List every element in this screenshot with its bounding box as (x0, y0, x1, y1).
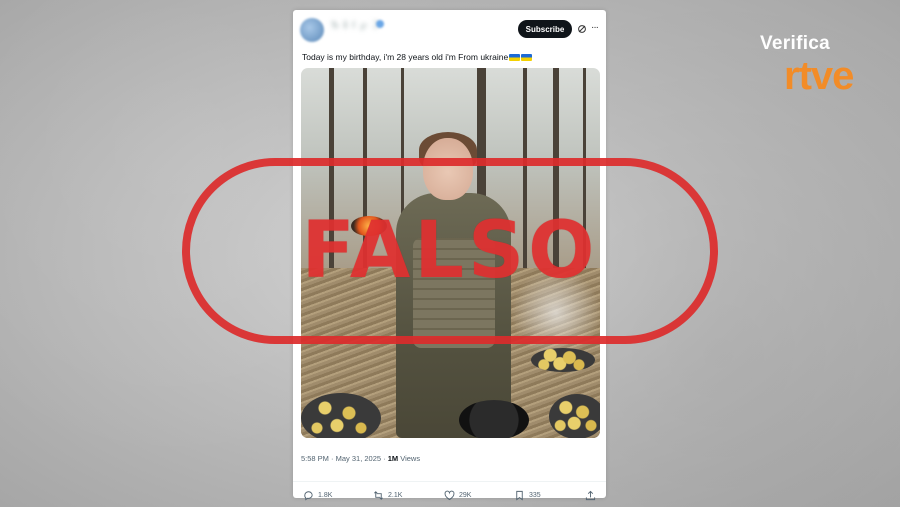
ukraine-flag-icon (521, 54, 533, 61)
like-button[interactable]: 29K (444, 490, 471, 501)
bookmark-count: 335 (529, 492, 541, 499)
bookmark-icon (516, 490, 523, 501)
author-name[interactable]: Ѣ ℹ ℓ ℘ ℑ (331, 20, 381, 34)
repost-icon (374, 491, 383, 500)
post-meta: 5:58 PM · May 31, 2025 · 1M Views (301, 454, 420, 463)
grok-icon[interactable] (577, 24, 587, 34)
pan-with-potatoes (549, 394, 600, 438)
ukraine-flag-icon (509, 54, 521, 61)
share-icon (585, 490, 596, 501)
more-options-icon[interactable]: ··· (591, 23, 599, 33)
views-count: 1M (387, 454, 399, 463)
pan-with-potatoes (301, 393, 381, 438)
brand-rtve-logo: rtve (784, 54, 854, 98)
post-text: Today is my birthday, i'm 28 years old i… (302, 52, 509, 62)
reply-icon (304, 491, 313, 501)
falso-stamp-label: FALSO (301, 206, 599, 296)
share-button[interactable] (585, 490, 596, 501)
post-text-line: Today is my birthday, i'm 28 years old i… (302, 52, 533, 62)
like-count: 29K (459, 492, 472, 499)
reply-count: 1.8K (318, 492, 333, 499)
bookmark-button[interactable]: 335 (514, 490, 541, 501)
post-timestamp[interactable]: 5:58 PM · May 31, 2025 · (301, 454, 388, 463)
reply-button[interactable]: 1.8K (303, 490, 332, 501)
verified-badge-icon (376, 20, 384, 28)
repost-count: 2.1K (388, 492, 403, 499)
subscribe-button[interactable]: Subscribe (518, 20, 572, 38)
heart-icon (444, 490, 455, 501)
divider (293, 481, 606, 482)
avatar[interactable] (300, 18, 324, 42)
pan-with-potatoes (531, 348, 595, 372)
pan (459, 400, 529, 438)
views-label: Views (398, 454, 421, 463)
repost-button[interactable]: 2.1K (373, 490, 402, 501)
